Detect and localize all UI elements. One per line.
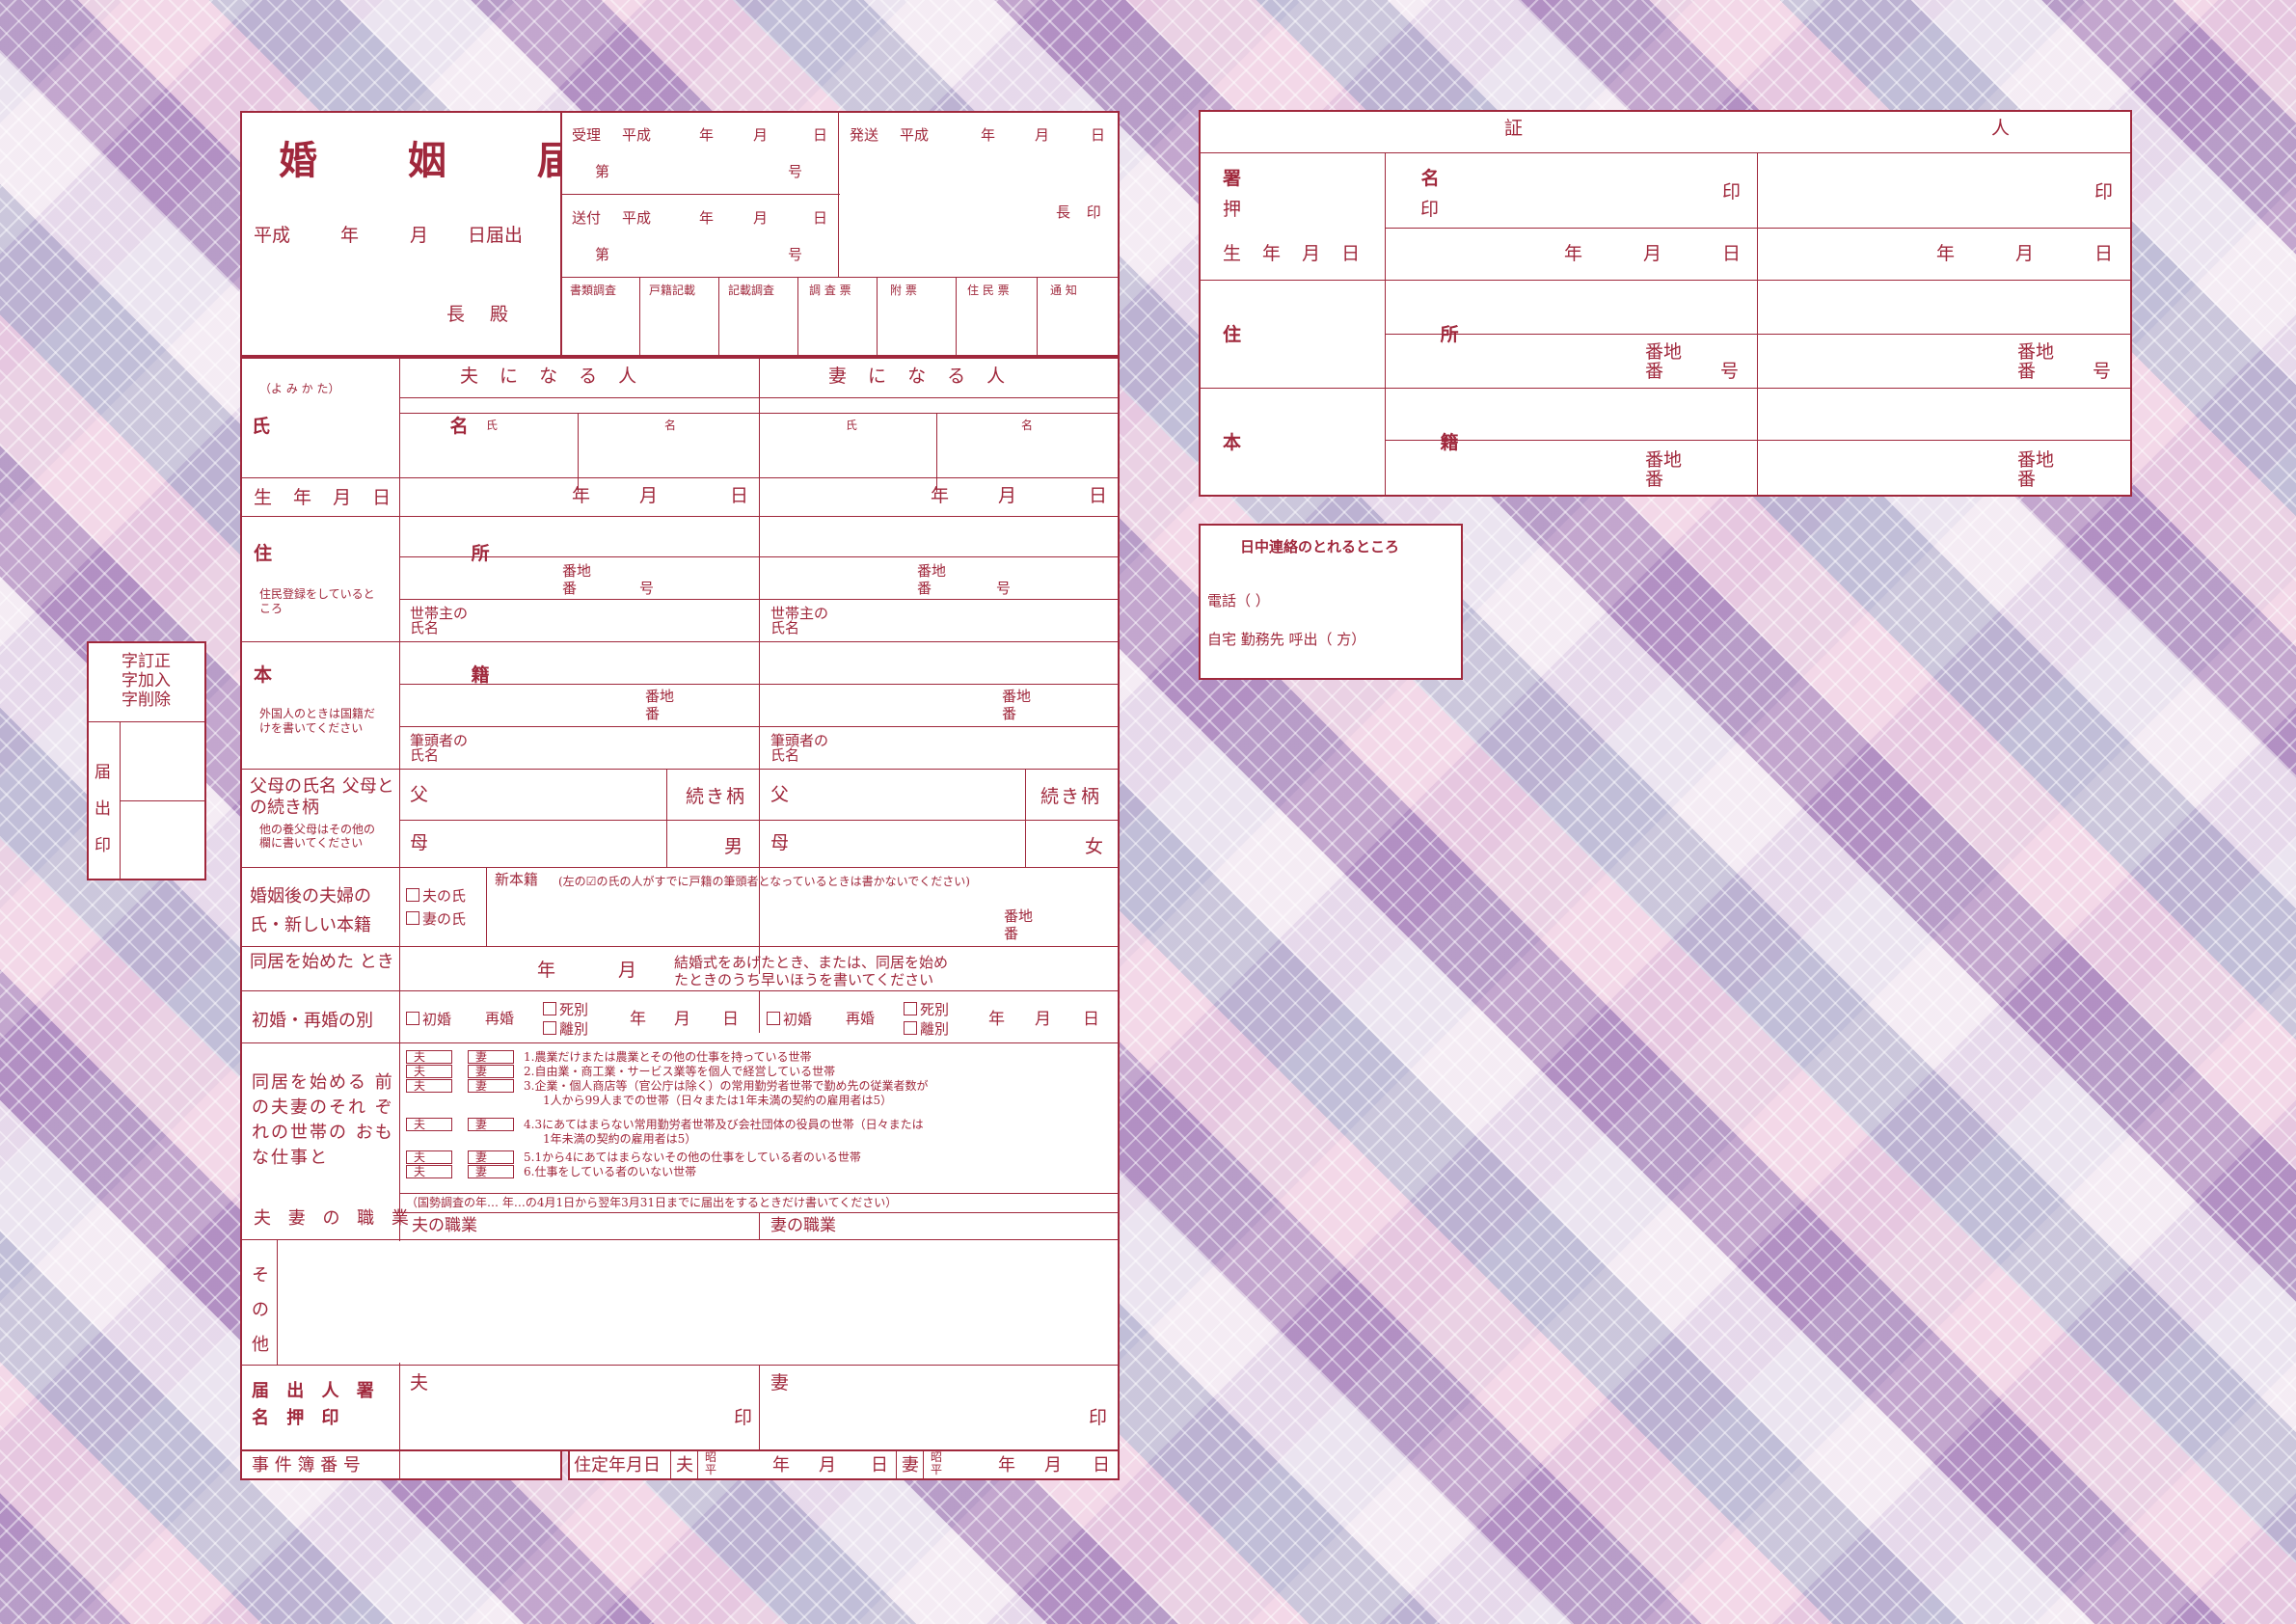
office-col: 調 査 票 — [809, 284, 851, 297]
contact-phone: 電話（ ） — [1207, 592, 1270, 609]
work-item: 5.1から4にあてはまらないその他の仕事をしている者のいる世帯 — [524, 1150, 861, 1164]
husband-column-header: 夫 に な る 人 — [460, 365, 645, 387]
honseki-note: 外国人のときは国籍だけを書いてください — [259, 707, 376, 735]
household-work-label: 同居を始める 前の夫妻のそれ ぞれの世帯の おもな仕事と — [252, 1072, 394, 1168]
filing-month-label: 月 — [410, 225, 429, 246]
head-of-family-label: 筆頭者の氏名 — [410, 732, 469, 764]
filing-era: 平成 — [254, 225, 291, 246]
contact-title: 日中連絡のとれるところ — [1240, 538, 1400, 555]
work-item: 1人から99人までの世帯（日々または1年未満の契約の雇用者は5） — [543, 1094, 893, 1107]
checkbox[interactable] — [767, 1012, 780, 1025]
husband-death-option[interactable]: 死別 — [543, 1002, 588, 1017]
office-col: 住 民 票 — [967, 284, 1010, 297]
correction-labels: 字訂正 字加入 字削除 — [122, 652, 171, 710]
marriage-kind-label: 初婚・再婚の別 — [252, 1011, 373, 1031]
dob-label: 生 年 月 日 — [254, 487, 399, 508]
witness-seal-label: 押 印 — [1223, 199, 1526, 220]
witness-sign-label: 署 名 — [1223, 168, 1526, 189]
head-of-family-label: 筆頭者の氏名 — [770, 732, 829, 764]
office-col: 戸籍記載 — [649, 284, 696, 297]
checkbox[interactable] — [543, 1002, 556, 1015]
filer-seal-label: 届 出 印 — [95, 763, 111, 855]
wife-divorce-option[interactable]: 離別 — [904, 1021, 949, 1037]
filing-year-label: 年 — [340, 225, 360, 246]
work-item: 3.企業・個人商店等（官公庁は除く）の常用勤労者世帯で勤め先の従業者数が — [524, 1079, 929, 1093]
husband-divorce-option[interactable]: 離別 — [543, 1021, 588, 1037]
new-honseki-label: 新本籍 — [495, 871, 539, 888]
cohabit-label: 同居を始めた とき — [250, 952, 394, 972]
office-use-block — [560, 111, 1120, 357]
witness-address-label: 住 所 — [1223, 324, 1555, 345]
witness-dob-label: 生 年 月 日 — [1223, 243, 1368, 264]
checkbox[interactable] — [904, 1021, 917, 1035]
work-item: 1年未満の契約の雇用者は5） — [543, 1132, 697, 1146]
signer-label: 届 出 人 署 名 押 印 — [252, 1381, 380, 1428]
contact-type: 自宅 勤務先 呼出（ 方） — [1207, 631, 1366, 648]
surname-wife-option[interactable]: 妻の氏 — [406, 911, 466, 927]
husband-job-label: 夫の職業 — [412, 1216, 477, 1235]
resident-date-label: 住定年月日 — [574, 1455, 661, 1475]
work-item: 2.自由業・商工業・サービス業等を個人で経営している世帯 — [524, 1065, 836, 1078]
name-label: 氏 名 — [252, 416, 555, 437]
honseki-label: 本 籍 — [254, 664, 586, 686]
checkbox[interactable] — [543, 1021, 556, 1035]
case-number-label: 事 件 簿 番 号 — [252, 1455, 361, 1475]
office-col: 書類調査 — [570, 284, 617, 297]
checkbox[interactable] — [406, 888, 419, 902]
work-item: 1.農業だけまたは農業とその他の仕事を持っている世帯 — [524, 1050, 812, 1064]
office-col: 記載調査 — [728, 284, 775, 297]
husband-first-marriage[interactable]: 初婚 — [406, 1012, 451, 1027]
checkbox[interactable] — [406, 911, 419, 925]
chief-addressee: 長 殿 — [446, 304, 519, 325]
sent-label: 送付 — [572, 209, 602, 227]
cohabit-note-2: たときのうち早いほうを書いてください — [674, 971, 934, 988]
address-note: 住民登録をしているところ — [259, 587, 375, 615]
dispatch-label: 発送 — [850, 126, 879, 144]
witness-title: 証 人 — [1504, 118, 2242, 139]
new-honseki-note: (左の☑の氏の人がすでに戸籍の筆頭者となっているときは書かないでください) — [558, 875, 970, 888]
occupation-label: 夫 妻 の 職 業 — [254, 1208, 415, 1229]
surname-husband-option[interactable]: 夫の氏 — [406, 888, 466, 904]
wife-first-marriage[interactable]: 初婚 — [767, 1012, 812, 1027]
new-family-label: 婚姻後の夫婦の 氏・新しい本籍 — [250, 886, 371, 935]
checkbox[interactable] — [904, 1002, 917, 1015]
parents-note: 他の養父母はその他の欄に書いてください — [259, 823, 376, 850]
householder-label: 世帯主の氏名 — [410, 605, 469, 636]
checkbox[interactable] — [406, 1012, 419, 1025]
address-label: 住 所 — [254, 543, 586, 564]
cohabit-note-1: 結婚式をあげたとき、または、同居を始め — [674, 954, 948, 971]
wife-column-header: 妻 に な る 人 — [828, 365, 1013, 387]
office-col: 附 票 — [890, 284, 917, 297]
wife-job-label: 妻の職業 — [770, 1216, 836, 1235]
work-item: 6.仕事をしている者のいない世帯 — [524, 1165, 697, 1178]
marriage-form: 婚 姻 届 平成 年 月 日届出 長 殿 受理 平成 年 月 日 第 号 送付 … — [240, 111, 1120, 1480]
work-item: 4.3にあてはまらない常用勤労者世帯及び会社団体の役員の世帯（日々または — [524, 1118, 924, 1131]
wife-death-option[interactable]: 死別 — [904, 1002, 949, 1017]
census-note: （国勢調査の年… 年…の4月1日から翌年3月31日までに届出をするときだけ書いて… — [406, 1196, 898, 1209]
filing-day-label: 日届出 — [468, 225, 524, 246]
parents-label: 父母の氏名 父母との続き柄 — [250, 776, 394, 818]
yomi-label: （よ み か た） — [259, 382, 340, 395]
received-label: 受理 — [572, 126, 602, 144]
office-col: 通 知 — [1050, 284, 1077, 297]
householder-label: 世帯主の氏名 — [770, 605, 829, 636]
other-label: そ の 他 — [252, 1265, 269, 1355]
witness-honseki-label: 本 籍 — [1223, 432, 1555, 453]
